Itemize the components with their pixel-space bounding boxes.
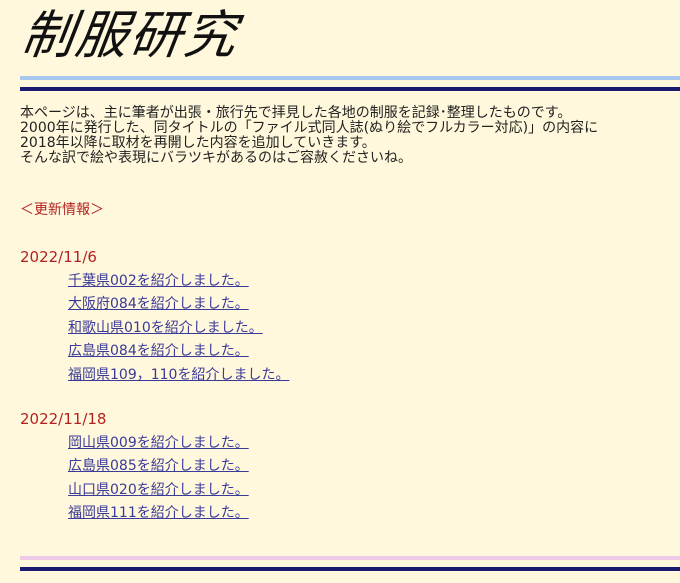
update-link[interactable]: 福岡県111を紹介しました。	[68, 505, 249, 521]
update-info-heading: ＜更新情報＞	[20, 202, 104, 218]
update-link[interactable]: 大阪府084を紹介しました。	[68, 296, 249, 312]
list-item: 福岡県111を紹介しました。	[68, 501, 249, 524]
top-divider-dark	[20, 87, 680, 91]
update-list: 千葉県002を紹介しました。 大阪府084を紹介しました。 和歌山県010を紹介…	[20, 269, 289, 386]
page: 制服研究 本ページは、主に筆者が出張・旅行先で拝見した各地の制服を記録･整理した…	[0, 0, 680, 583]
intro-line: 本ページは、主に筆者が出張・旅行先で拝見した各地の制服を記録･整理したものです。	[20, 105, 572, 121]
list-item: 広島県084を紹介しました。	[68, 339, 289, 362]
update-link[interactable]: 福岡県109，110を紹介しました。	[68, 367, 289, 383]
list-item: 和歌山県010を紹介しました。	[68, 316, 289, 339]
list-item: 大阪府084を紹介しました。	[68, 292, 289, 315]
update-link[interactable]: 広島県085を紹介しました。	[68, 458, 249, 474]
update-list: 岡山県009を紹介しました。 広島県085を紹介しました。 山口県020を紹介し…	[20, 431, 249, 525]
update-date: 2022/11/18	[20, 410, 107, 428]
list-item: 千葉県002を紹介しました。	[68, 269, 289, 292]
update-link[interactable]: 和歌山県010を紹介しました。	[68, 320, 263, 336]
intro-line: 2018年以降に取材を再開した内容を追加していきます。	[20, 135, 376, 151]
bottom-divider-light	[20, 556, 680, 560]
intro-line: 2000年に発行した、同タイトルの「ファイル式同人誌(ぬり絵でフルカラー対応)」…	[20, 120, 599, 136]
update-link[interactable]: 山口県020を紹介しました。	[68, 482, 249, 498]
list-item: 広島県085を紹介しました。	[68, 454, 249, 477]
update-link[interactable]: 岡山県009を紹介しました。	[68, 435, 249, 451]
update-link[interactable]: 広島県084を紹介しました。	[68, 343, 249, 359]
page-title: 制服研究	[17, 6, 243, 66]
intro-line: そんな訳で絵や表現にバラツキがあるのはご容赦くださいね。	[20, 150, 412, 166]
update-group: 2022/11/6 千葉県002を紹介しました。 大阪府084を紹介しました。 …	[20, 247, 289, 386]
intro-text: 本ページは、主に筆者が出張・旅行先で拝見した各地の制服を記録･整理したものです。…	[20, 106, 680, 166]
update-link[interactable]: 千葉県002を紹介しました。	[68, 273, 249, 289]
list-item: 岡山県009を紹介しました。	[68, 431, 249, 454]
list-item: 福岡県109，110を紹介しました。	[68, 363, 289, 386]
list-item: 山口県020を紹介しました。	[68, 478, 249, 501]
top-divider-light	[20, 76, 680, 80]
bottom-divider-dark	[20, 567, 680, 571]
update-group: 2022/11/18 岡山県009を紹介しました。 広島県085を紹介しました。…	[20, 409, 249, 525]
update-date: 2022/11/6	[20, 248, 97, 266]
